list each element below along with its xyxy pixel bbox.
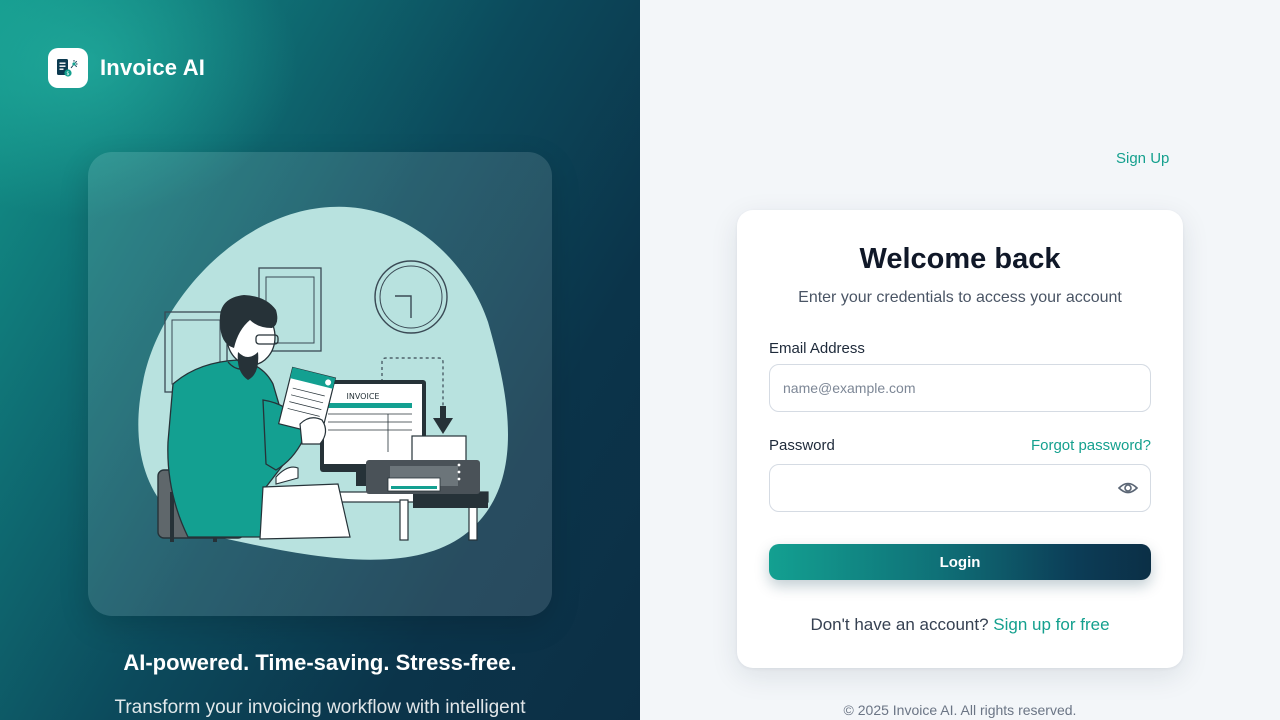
brand-panel: $ Invoice AI INVOICE AI-powered. Time-sa… [0, 0, 640, 720]
email-label: Email Address [769, 340, 865, 357]
login-card: Welcome back Enter your credentials to a… [737, 210, 1183, 668]
brand-name: Invoice AI [100, 55, 206, 80]
svg-text:$: $ [66, 71, 69, 77]
password-input[interactable] [769, 464, 1151, 512]
hero-subtext: Transform your invoicing workflow with i… [114, 697, 526, 718]
signup-nav-link[interactable]: Sign Up [1116, 150, 1169, 167]
auth-panel: Sign Up Welcome back Enter your credenti… [640, 0, 1280, 720]
password-label: Password [769, 437, 835, 454]
email-input[interactable] [769, 364, 1151, 412]
eye-icon[interactable] [1117, 479, 1139, 497]
login-title: Welcome back [859, 243, 1061, 275]
copyright-text: © 2025 Invoice AI. All rights reserved. [843, 702, 1077, 718]
invoice-ai-logo-icon: $ [48, 48, 88, 88]
invoice-screen-label: INVOICE [347, 392, 380, 401]
login-subtitle: Enter your credentials to access your ac… [798, 289, 1122, 306]
brand: $ Invoice AI [48, 48, 205, 88]
hero-tagline: AI-powered. Time-saving. Stress-free. [123, 650, 517, 675]
signup-free-link[interactable]: Sign up for free [993, 615, 1109, 634]
forgot-password-link[interactable]: Forgot password? [1031, 437, 1151, 454]
illustration-card: INVOICE [88, 152, 552, 616]
no-account-text: Don't have an account? [810, 615, 989, 634]
invoice-illustration: INVOICE [138, 206, 509, 560]
signup-prompt: Don't have an account? Sign up for free [737, 615, 1183, 635]
login-button[interactable]: Login [769, 544, 1151, 580]
